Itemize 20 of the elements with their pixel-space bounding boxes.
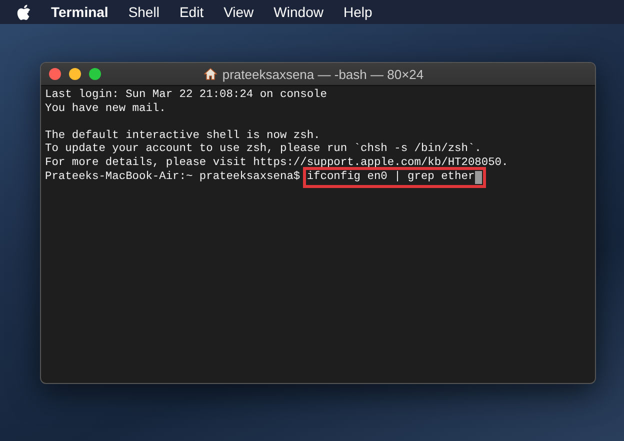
terminal-output-line: To update your account to use zsh, please run `chsh -s /bin/zsh`. [45,143,482,156]
menu-item[interactable]: Window [274,4,324,20]
apple-logo-icon[interactable] [16,4,31,20]
minimize-button[interactable] [69,68,81,80]
menu-item[interactable]: Help [343,4,372,20]
menu-item[interactable]: View [224,4,254,20]
menu-item[interactable]: Edit [179,4,204,20]
terminal-output-line: For more details, please visit https://support.apple.com/kb/HT208050. [45,156,508,169]
text-cursor [474,170,482,184]
shell-prompt: Prateeks-MacBook-Air:~ prateeksaxsena$ [45,170,300,184]
command-text: ifconfig en0 | grep ether [306,170,475,184]
zoom-button[interactable] [89,68,101,80]
terminal-output-line: You have new mail. [45,102,166,115]
menu-item[interactable]: Terminal [51,4,108,20]
terminal-output-line: Last login: Sun Mar 22 21:08:24 on console [45,89,327,101]
menu-item[interactable]: Shell [128,4,160,20]
close-button[interactable] [49,68,61,80]
house-icon [204,68,218,80]
window-title: prateeksaxsena — -bash — 80×24 [222,66,424,82]
terminal-output-line: The default interactive shell is now zsh. [45,130,320,142]
